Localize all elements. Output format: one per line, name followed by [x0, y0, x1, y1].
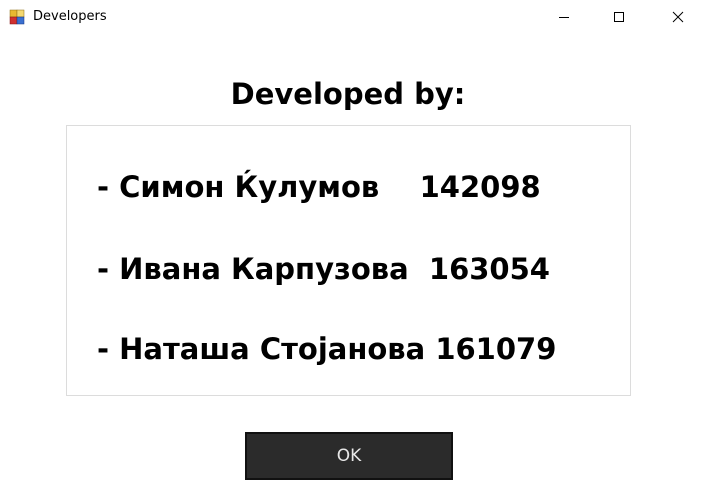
ok-button[interactable]: OK: [245, 432, 453, 480]
developer-line: - Ивана Карпузова 163054: [97, 252, 550, 286]
maximize-icon: [613, 8, 625, 27]
developers-window: Developers Developed by: - Симон Ќулумов…: [0, 0, 705, 495]
window-title: Developers: [33, 9, 107, 24]
minimize-icon: [558, 8, 570, 27]
developers-panel: - Симон Ќулумов 142098 - Ивана Карпузова…: [66, 125, 631, 396]
close-button[interactable]: [655, 0, 701, 34]
heading: Developed by:: [230, 77, 466, 111]
developer-line: - Наташа Стојанова 161079: [97, 332, 557, 366]
minimize-button[interactable]: [541, 0, 587, 34]
app-icon: [9, 9, 25, 25]
developer-line: - Симон Ќулумов 142098: [97, 170, 541, 204]
close-icon: [672, 8, 684, 27]
maximize-button[interactable]: [596, 0, 642, 34]
title-bar[interactable]: Developers: [0, 0, 705, 34]
